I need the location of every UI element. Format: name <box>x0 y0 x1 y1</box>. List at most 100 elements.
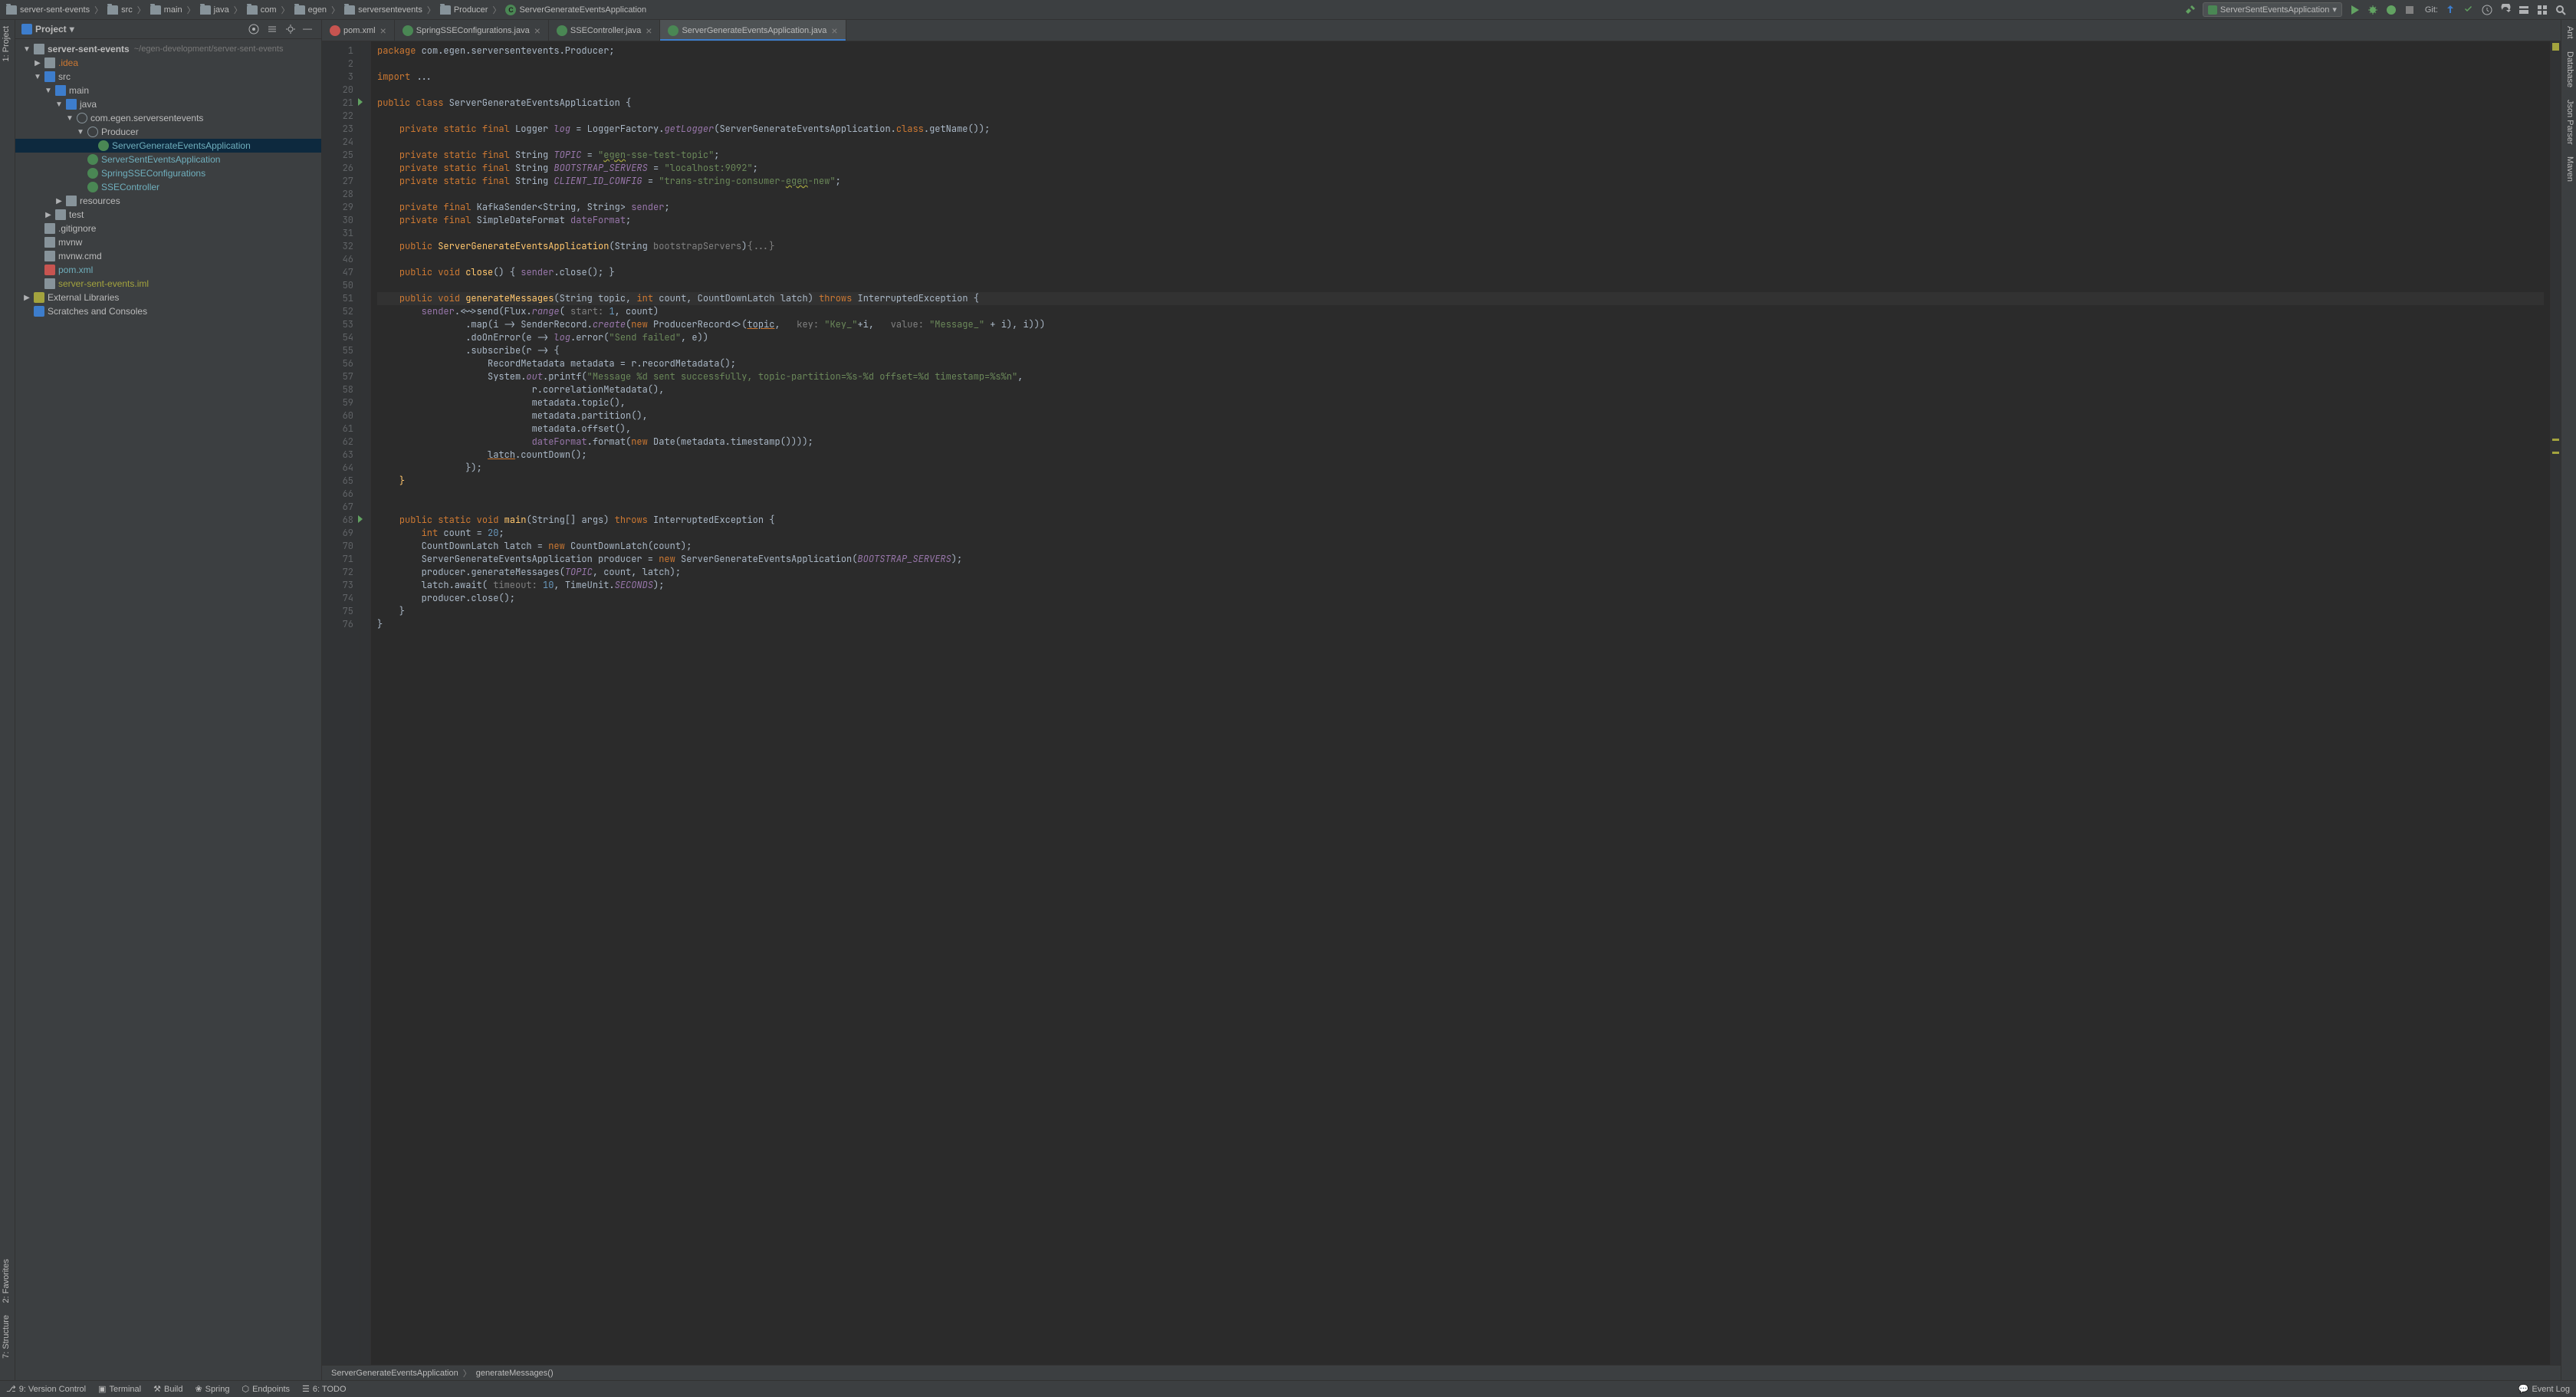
gutter-line[interactable]: 69 <box>322 527 353 540</box>
tool-strip-button[interactable]: 7: Structure <box>0 1309 15 1365</box>
gutter-line[interactable]: 67 <box>322 501 353 514</box>
gutter-line[interactable]: 68 <box>322 514 353 527</box>
tree-arrow[interactable]: ▶ <box>54 197 64 205</box>
build-button[interactable] <box>2184 4 2196 16</box>
code-editor[interactable]: package com.egen.serversentevents.Produc… <box>371 41 2550 1365</box>
tree-item[interactable]: Scratches and Consoles <box>15 304 321 318</box>
gutter-line[interactable]: 75 <box>322 605 353 618</box>
ide-settings2-button[interactable] <box>2536 4 2548 16</box>
gutter-line[interactable]: 25 <box>322 149 353 162</box>
fold-column[interactable] <box>360 41 371 1365</box>
gutter-line[interactable]: 62 <box>322 436 353 449</box>
tree-arrow[interactable]: ▼ <box>75 128 86 136</box>
gutter-line[interactable]: 64 <box>322 462 353 475</box>
gutter-line[interactable]: 76 <box>322 618 353 631</box>
breadcrumb-item[interactable]: Producer <box>437 5 491 15</box>
editor-tab[interactable]: ServerGenerateEventsApplication.java× <box>660 20 846 41</box>
gutter-line[interactable]: 26 <box>322 162 353 175</box>
git-history-button[interactable] <box>2481 4 2493 16</box>
breadcrumb-item[interactable]: com <box>244 5 280 15</box>
gutter-line[interactable]: 29 <box>322 201 353 214</box>
marker-strip[interactable] <box>2550 41 2561 1365</box>
tree-item[interactable]: ▼java <box>15 97 321 111</box>
gutter-line[interactable]: 23 <box>322 123 353 136</box>
gutter-line[interactable]: 56 <box>322 357 353 370</box>
run-button[interactable] <box>2348 4 2361 16</box>
gutter-line[interactable]: 60 <box>322 409 353 422</box>
tree-arrow[interactable]: ▼ <box>32 73 43 81</box>
gutter-line[interactable]: 59 <box>322 396 353 409</box>
status-bar-item[interactable]: ❀Spring <box>195 1384 229 1394</box>
editor-tab[interactable]: SpringSSEConfigurations.java× <box>395 20 549 41</box>
gutter-line[interactable]: 74 <box>322 592 353 605</box>
tree-item[interactable]: ▼Producer <box>15 125 321 139</box>
gutter-line[interactable]: 70 <box>322 540 353 553</box>
gutter-line[interactable]: 65 <box>322 475 353 488</box>
status-bar-item[interactable]: ▣Terminal <box>98 1384 141 1394</box>
tab-close-icon[interactable]: × <box>831 25 837 37</box>
stop-button[interactable] <box>2404 4 2416 16</box>
run-gutter-icon[interactable] <box>358 515 363 523</box>
gutter-line[interactable]: 32 <box>322 240 353 253</box>
gutter-line[interactable]: 21 <box>322 97 353 110</box>
tree-arrow[interactable]: ▼ <box>43 87 54 95</box>
editor-breadcrumb-item[interactable]: generateMessages() <box>476 1369 554 1378</box>
git-commit-button[interactable] <box>2463 4 2475 16</box>
gutter-line[interactable]: 55 <box>322 344 353 357</box>
status-bar-item[interactable]: 💬Event Log <box>2518 1384 2570 1394</box>
status-bar-item[interactable]: ☰6: TODO <box>302 1384 346 1394</box>
tree-item[interactable]: mvnw <box>15 235 321 249</box>
tree-arrow[interactable]: ▶ <box>21 294 32 302</box>
tree-arrow[interactable]: ▶ <box>32 59 43 67</box>
tree-item[interactable]: ▶.idea <box>15 56 321 70</box>
gutter-line[interactable]: 50 <box>322 279 353 292</box>
search-button[interactable] <box>2555 4 2567 16</box>
editor-tab[interactable]: pom.xml× <box>322 20 395 41</box>
tab-close-icon[interactable]: × <box>646 25 652 37</box>
tool-strip-button[interactable]: 1: Project <box>0 20 15 67</box>
gutter-line[interactable]: 46 <box>322 253 353 266</box>
gutter-line[interactable]: 61 <box>322 422 353 436</box>
gutter-line[interactable]: 31 <box>322 227 353 240</box>
tree-item[interactable]: SpringSSEConfigurations <box>15 166 321 180</box>
run-gutter-icon[interactable] <box>358 98 363 106</box>
tree-item[interactable]: SSEController <box>15 180 321 194</box>
breadcrumb-item[interactable]: ServerGenerateEventsApplication <box>502 5 649 15</box>
tree-item[interactable]: ▶External Libraries <box>15 291 321 304</box>
gutter-line[interactable]: 71 <box>322 553 353 566</box>
gutter-line[interactable]: 47 <box>322 266 353 279</box>
editor-tab[interactable]: SSEController.java× <box>549 20 661 41</box>
tool-strip-button[interactable]: Json Parser <box>2561 94 2576 151</box>
breadcrumb-item[interactable]: main <box>147 5 186 15</box>
run-coverage-button[interactable] <box>2385 4 2397 16</box>
gutter-line[interactable]: 3 <box>322 71 353 84</box>
tree-arrow[interactable]: ▶ <box>43 211 54 219</box>
breadcrumb-item[interactable]: serversentevents <box>341 5 426 15</box>
gutter-line[interactable]: 2 <box>322 58 353 71</box>
gutter-line[interactable]: 24 <box>322 136 353 149</box>
tool-strip-button[interactable]: Database <box>2561 45 2576 94</box>
project-hide-icon[interactable]: — <box>303 23 315 35</box>
tree-arrow[interactable]: ▼ <box>21 45 32 54</box>
tool-strip-button[interactable]: Maven <box>2561 150 2576 188</box>
tree-item[interactable]: ServerGenerateEventsApplication <box>15 139 321 153</box>
tree-arrow[interactable]: ▼ <box>54 100 64 109</box>
status-bar-item[interactable]: ⚒Build <box>153 1384 182 1394</box>
tree-arrow[interactable]: ▼ <box>64 114 75 123</box>
tree-item[interactable]: ▶resources <box>15 194 321 208</box>
breadcrumb-item[interactable]: java <box>197 5 232 15</box>
gutter-line[interactable]: 1 <box>322 44 353 58</box>
project-expand-icon[interactable] <box>266 23 278 35</box>
status-bar-item[interactable]: ⎇9: Version Control <box>6 1384 86 1394</box>
tree-item[interactable]: mvnw.cmd <box>15 249 321 263</box>
tree-item[interactable]: server-sent-events.iml <box>15 277 321 291</box>
project-settings-icon[interactable] <box>284 23 297 35</box>
tree-item[interactable]: ServerSentEventsApplication <box>15 153 321 166</box>
breadcrumb-item[interactable]: server-sent-events <box>3 5 93 15</box>
gutter-line[interactable]: 28 <box>322 188 353 201</box>
debug-button[interactable] <box>2367 4 2379 16</box>
gutter-line[interactable]: 63 <box>322 449 353 462</box>
tree-item[interactable]: ▼server-sent-events~/egen-development/se… <box>15 42 321 56</box>
ide-settings-button[interactable] <box>2518 4 2530 16</box>
gutter-line[interactable]: 66 <box>322 488 353 501</box>
